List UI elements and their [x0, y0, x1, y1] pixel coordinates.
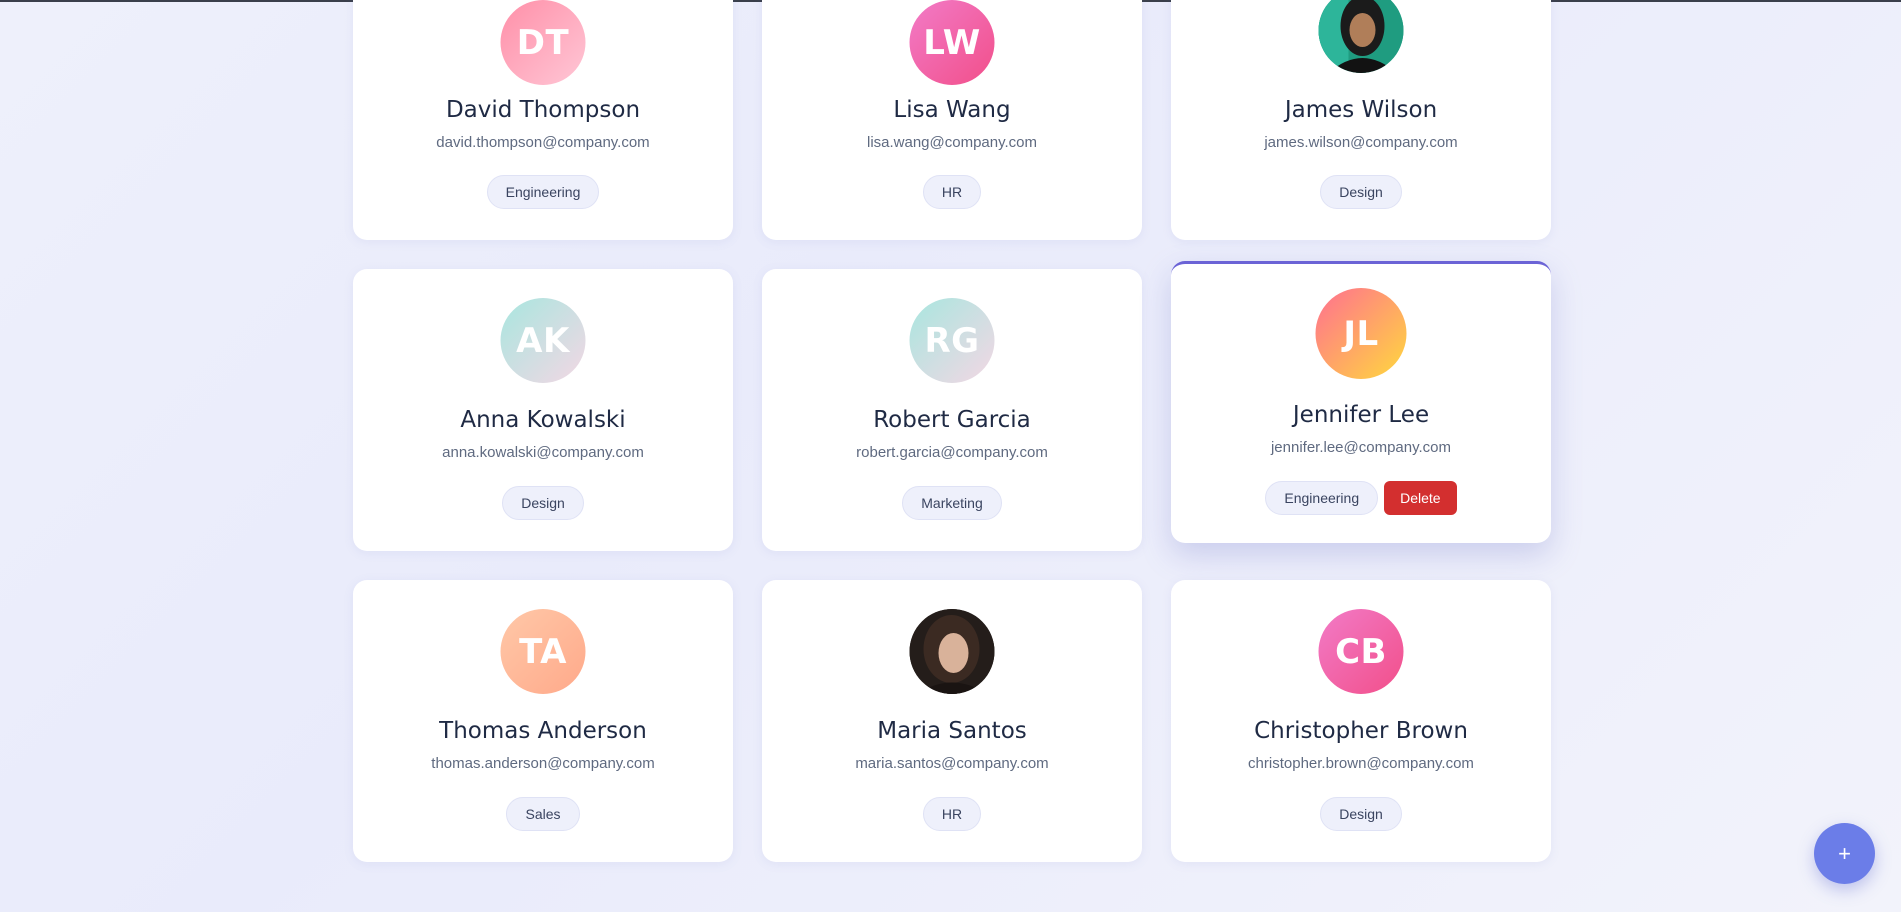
employee-name: Robert Garcia — [873, 407, 1031, 433]
employee-card[interactable]: AK Anna Kowalski anna.kowalski@company.c… — [353, 269, 733, 551]
avatar: JL — [1315, 288, 1407, 379]
employee-card[interactable]: CB Christopher Brown christopher.brown@c… — [1171, 580, 1551, 862]
avatar: TA — [500, 609, 586, 694]
card-actions: HR — [762, 797, 1142, 831]
department-badge: Design — [502, 486, 584, 520]
card-actions: Marketing — [762, 486, 1142, 520]
avatar: AK — [500, 298, 586, 383]
employee-card[interactable]: James Wilson james.wilson@company.com De… — [1171, 0, 1551, 240]
card-actions: Design — [1171, 797, 1551, 831]
card-actions: Design — [353, 486, 733, 520]
employee-card[interactable]: TA Thomas Anderson thomas.anderson@compa… — [353, 580, 733, 862]
delete-button[interactable]: Delete — [1384, 481, 1457, 515]
card-actions: Design — [1171, 175, 1551, 209]
avatar: DT — [500, 0, 586, 85]
card-actions: Engineering Delete — [1171, 481, 1551, 515]
employee-email: christopher.brown@company.com — [1248, 755, 1474, 772]
employee-name: Anna Kowalski — [460, 407, 626, 433]
employee-card[interactable]: LW Lisa Wang lisa.wang@company.com HR — [762, 0, 1142, 240]
card-actions: Sales — [353, 797, 733, 831]
add-employee-button[interactable]: + — [1814, 823, 1875, 884]
person-photo-icon — [1318, 0, 1404, 73]
department-badge: HR — [922, 175, 982, 209]
employee-name: Maria Santos — [877, 718, 1027, 744]
employee-email: anna.kowalski@company.com — [442, 444, 644, 461]
department-badge: Marketing — [902, 486, 1002, 520]
employee-card-selected[interactable]: JL Jennifer Lee jennifer.lee@company.com… — [1171, 261, 1551, 543]
avatar: CB — [1318, 609, 1404, 694]
employee-name: Christopher Brown — [1254, 718, 1468, 744]
department-badge: HR — [922, 797, 982, 831]
avatar-photo — [1318, 0, 1404, 73]
employee-name: Jennifer Lee — [1292, 402, 1430, 428]
card-actions: Engineering — [353, 175, 733, 209]
department-badge: Engineering — [486, 175, 600, 209]
employee-email: lisa.wang@company.com — [866, 134, 1038, 151]
employee-name: Thomas Anderson — [439, 718, 647, 744]
employee-card[interactable]: DT David Thompson david.thompson@company… — [353, 0, 733, 240]
employee-card[interactable]: Maria Santos maria.santos@company.com HR — [762, 580, 1142, 862]
employee-email: robert.garcia@company.com — [856, 444, 1048, 461]
employee-card[interactable]: RG Robert Garcia robert.garcia@company.c… — [762, 269, 1142, 551]
card-actions: HR — [762, 175, 1142, 209]
employee-email: jennifer.lee@company.com — [1270, 439, 1452, 456]
avatar: RG — [909, 298, 995, 383]
employee-email: thomas.anderson@company.com — [431, 755, 655, 772]
department-badge: Sales — [506, 797, 580, 831]
avatar-photo — [909, 609, 995, 694]
employee-name: David Thompson — [445, 97, 641, 123]
employee-name: Lisa Wang — [893, 97, 1011, 123]
department-badge: Design — [1320, 797, 1402, 831]
employee-email: maria.santos@company.com — [855, 755, 1049, 772]
person-photo-icon — [909, 609, 995, 694]
department-badge: Design — [1320, 175, 1402, 209]
employee-email: david.thompson@company.com — [436, 134, 650, 151]
avatar: LW — [909, 0, 995, 85]
employee-email: james.wilson@company.com — [1264, 134, 1458, 151]
employee-name: James Wilson — [1284, 97, 1438, 123]
department-badge: Engineering — [1265, 481, 1379, 515]
